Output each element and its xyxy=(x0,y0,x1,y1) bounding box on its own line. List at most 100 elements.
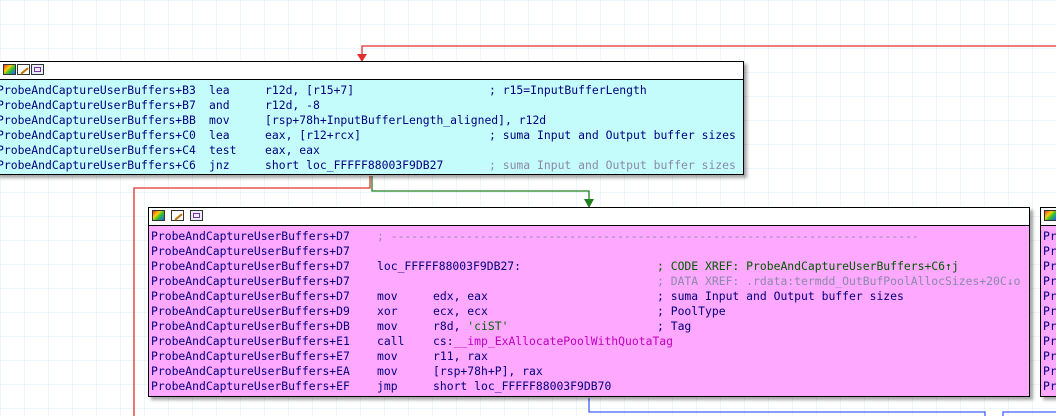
line-operands: short loc_FFFFF88003F9DB27 xyxy=(265,158,444,172)
line-operands: eax, [r12+rcx] xyxy=(265,128,362,142)
disasm-line[interactable]: ProbeAndCaptureUserBuffers+E1 call cs:__im… xyxy=(149,334,1029,349)
line-mnemonic: lea xyxy=(209,83,230,97)
node-colors-icon[interactable] xyxy=(152,210,165,221)
disasm-line[interactable]: Pr xyxy=(1041,304,1056,319)
line-address: ProbeAndCaptureUserBuffers+C6 xyxy=(0,158,196,172)
line-address: ProbeAndCaptureUserBuffers+EF xyxy=(151,379,350,393)
edge-block-c-in xyxy=(1002,411,1056,416)
line-operands: cs:__imp_ExAllocatePoolWithQuotaTag xyxy=(433,334,674,348)
line-comment: ; Tag xyxy=(657,319,692,333)
disasm-line[interactable]: ProbeAndCaptureUserBuffers+EA mov [rsp+78h… xyxy=(149,364,1029,379)
line-mnemonic: test xyxy=(209,143,237,157)
disasm-line[interactable]: Pr xyxy=(1041,259,1056,274)
line-operands: eax, eax xyxy=(265,143,320,157)
line-mnemonic: xor xyxy=(377,304,398,318)
line-address: ProbeAndCaptureUserBuffers+D7 xyxy=(151,289,350,303)
edge-into-block-a xyxy=(361,45,1056,58)
node-body: ProbeAndCaptureUserBuffers+D7 ; ---------… xyxy=(149,226,1029,394)
line-mnemonic: mov xyxy=(377,364,398,378)
disasm-line[interactable]: ProbeAndCaptureUserBuffers+B7 and r12d, -8 xyxy=(0,98,743,113)
disasm-line[interactable]: Pr xyxy=(1041,289,1056,304)
graph-node-block-b[interactable]: ProbeAndCaptureUserBuffers+D7 ; ---------… xyxy=(148,207,1030,397)
node-titlebar xyxy=(0,62,743,80)
disasm-line[interactable]: ProbeAndCaptureUserBuffers+C6 jnz short lo… xyxy=(0,158,743,173)
line-operands: r8d, 'ciST' xyxy=(433,319,509,333)
line-address: Pr xyxy=(1043,274,1056,288)
line-address: Pr xyxy=(1043,289,1056,303)
disasm-line[interactable]: ProbeAndCaptureUserBuffers+D7 loc_FFFFF88… xyxy=(149,259,1029,274)
disasm-line[interactable]: ProbeAndCaptureUserBuffers+E7 mov r11, rax xyxy=(149,349,1029,364)
edge-block-b-out xyxy=(588,398,986,416)
line-operands: r12d, -8 xyxy=(265,98,320,112)
line-comment: ; suma Input and Output buffer sizes xyxy=(489,128,736,142)
disasm-line[interactable]: Pr xyxy=(1041,379,1056,394)
line-mnemonic: loc_FFFFF88003F9DB27: xyxy=(377,259,522,273)
line-mnemonic: jmp xyxy=(377,379,398,393)
line-address: Pr xyxy=(1043,334,1056,348)
disasm-line[interactable]: Pr xyxy=(1041,349,1056,364)
line-comment: ; CODE XREF: ProbeAndCaptureUserBuffers+… xyxy=(657,259,959,273)
line-comment: ; r15=InputBufferLength xyxy=(489,83,647,97)
line-address: ProbeAndCaptureUserBuffers+D7 xyxy=(151,229,350,243)
node-titlebar xyxy=(1041,208,1056,226)
line-address: Pr xyxy=(1043,304,1056,318)
disasm-line[interactable]: Pr xyxy=(1041,364,1056,379)
line-address: ProbeAndCaptureUserBuffers+B3 xyxy=(0,83,196,97)
disasm-line[interactable]: ProbeAndCaptureUserBuffers+D9 xor ecx, ecx… xyxy=(149,304,1029,319)
line-address: ProbeAndCaptureUserBuffers+D7 xyxy=(151,259,350,273)
disasm-line[interactable]: Pr xyxy=(1041,319,1056,334)
line-mnemonic: lea xyxy=(209,128,230,142)
disasm-line[interactable]: Pr xyxy=(1041,244,1056,259)
line-mnemonic: mov xyxy=(377,289,398,303)
disasm-line[interactable]: ProbeAndCaptureUserBuffers+BB mov [rsp+78h… xyxy=(0,113,743,128)
line-address: Pr xyxy=(1043,349,1056,363)
disasm-line[interactable]: ProbeAndCaptureUserBuffers+B3 lea r12d, [r… xyxy=(0,83,743,98)
line-comment: ; suma Input and Output buffer sizes xyxy=(657,289,904,303)
disasm-line[interactable]: ProbeAndCaptureUserBuffers+C4 test eax, ea… xyxy=(0,143,743,158)
line-mnemonic: mov xyxy=(377,349,398,363)
line-comment: ; suma Input and Output buffer sizes xyxy=(489,158,736,172)
rename-icon[interactable] xyxy=(171,210,184,221)
graph-node-block-c[interactable]: Pr Pr Pr Pr Pr Pr Pr Pr Pr Pr Pr xyxy=(1040,207,1056,397)
line-operands: short loc_FFFFF88003F9DB70 xyxy=(433,379,612,393)
disasm-line[interactable]: ProbeAndCaptureUserBuffers+D7 ; DATA XREF… xyxy=(149,274,1029,289)
line-address: Pr xyxy=(1043,259,1056,273)
line-address: ProbeAndCaptureUserBuffers+B7 xyxy=(0,98,196,112)
line-address: ProbeAndCaptureUserBuffers+C4 xyxy=(0,143,196,157)
node-colors-icon[interactable] xyxy=(3,64,16,75)
line-address: ProbeAndCaptureUserBuffers+EA xyxy=(151,364,350,378)
line-comment: ; PoolType xyxy=(657,304,726,318)
graph-overview-icon[interactable] xyxy=(190,210,203,221)
disasm-line[interactable]: ProbeAndCaptureUserBuffers+C0 lea eax, [r1… xyxy=(0,128,743,143)
disasm-line[interactable]: ProbeAndCaptureUserBuffers+D7 mov edx, eax… xyxy=(149,289,1029,304)
node-colors-icon[interactable] xyxy=(1044,210,1056,221)
line-mnemonic: jnz xyxy=(209,158,230,172)
line-operands: r12d, [r15+7] xyxy=(265,83,355,97)
line-mnemonic: call xyxy=(377,334,405,348)
disasm-line[interactable]: Pr xyxy=(1041,274,1056,289)
line-operands: r11, rax xyxy=(433,349,488,363)
line-address: Pr xyxy=(1043,379,1056,393)
line-address: ProbeAndCaptureUserBuffers+D7 xyxy=(151,244,350,258)
disasm-line[interactable]: ProbeAndCaptureUserBuffers+DB mov r8d, 'ci… xyxy=(149,319,1029,334)
node-body: ProbeAndCaptureUserBuffers+B3 lea r12d, [r… xyxy=(0,80,743,173)
line-address: Pr xyxy=(1043,244,1056,258)
graph-node-block-a[interactable]: ProbeAndCaptureUserBuffers+B3 lea r12d, [r… xyxy=(0,61,744,175)
disasm-line[interactable]: ProbeAndCaptureUserBuffers+EF jmp short lo… xyxy=(149,379,1029,394)
disasm-line[interactable]: Pr xyxy=(1041,229,1056,244)
rename-icon[interactable] xyxy=(17,64,30,75)
line-address: ProbeAndCaptureUserBuffers+C0 xyxy=(0,128,196,142)
line-operands: [rsp+78h+InputBufferLength_aligned], r12… xyxy=(265,113,547,127)
line-operands: [rsp+78h+P], rax xyxy=(433,364,543,378)
graph-overview-icon[interactable] xyxy=(31,64,44,75)
line-address: Pr xyxy=(1043,364,1056,378)
edge-block-a-to-block-b xyxy=(371,176,590,203)
node-body: Pr Pr Pr Pr Pr Pr Pr Pr Pr Pr Pr xyxy=(1041,226,1056,394)
line-address: ProbeAndCaptureUserBuffers+BB xyxy=(0,113,196,127)
line-operands: ecx, ecx xyxy=(433,304,488,318)
disasm-line[interactable]: ProbeAndCaptureUserBuffers+D7 ; ---------… xyxy=(149,229,1029,244)
disasm-line[interactable]: Pr xyxy=(1041,334,1056,349)
disasm-line[interactable]: ProbeAndCaptureUserBuffers+D7 xyxy=(149,244,1029,259)
line-address: Pr xyxy=(1043,229,1056,243)
line-mnemonic: mov xyxy=(377,319,398,333)
